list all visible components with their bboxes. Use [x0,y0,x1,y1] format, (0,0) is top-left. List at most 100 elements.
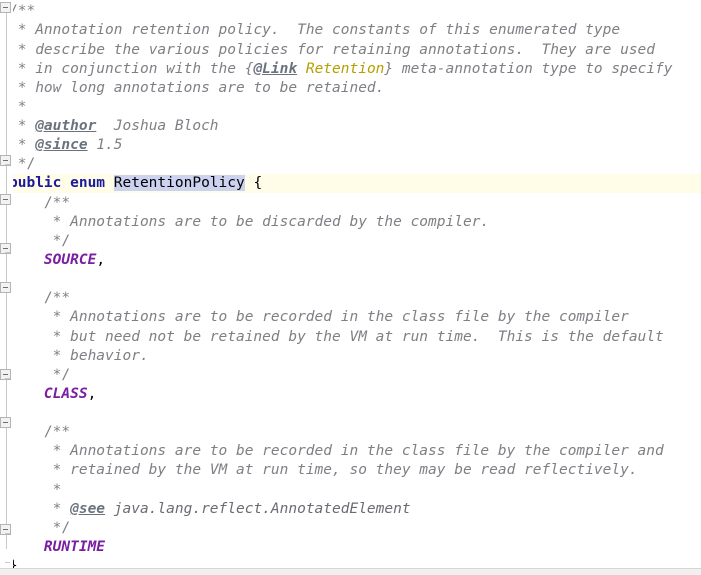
code-token: Retention [305,61,385,77]
code-token: * [9,462,71,478]
code-line[interactable]: * describe the various policies for reta… [0,41,701,60]
code-line[interactable]: * @since 1.5 [0,136,701,155]
code-token: SOURCE [9,252,97,268]
code-token: * [9,214,71,230]
code-line-content: * how long annotations are to be retaine… [0,79,385,98]
fold-connector-line [6,293,7,369]
code-line-content: * Annotation retention policy. The const… [0,21,620,40]
code-line[interactable]: */ [0,519,701,538]
code-token: Annotation retention policy. The constan… [35,22,621,38]
fold-toggle-class-member[interactable] [0,282,11,293]
code-token: public enum [9,175,114,191]
code-line[interactable]: CLASS, [0,385,701,404]
code-line[interactable]: */ [0,155,701,174]
code-line[interactable]: * @see java.lang.reflect.AnnotatedElemen… [0,500,701,519]
code-line-content: * Annotations are to be recorded in the … [0,308,629,327]
code-line-content: * retained by the VM at run time, so the… [0,461,638,480]
code-line-content: * behavior. [0,347,149,366]
code-token: java.lang.reflect.AnnotatedElement [113,501,411,517]
code-token: { [244,175,263,191]
fold-toggle-class-javadoc[interactable] [0,2,11,13]
code-folding-gutter[interactable] [0,0,13,568]
code-line[interactable]: * but need not be retained by the VM at … [0,328,701,347]
code-line[interactable]: /** [0,194,701,213]
editor-bottom-strip [0,568,701,575]
code-line-content: SOURCE, [0,251,105,270]
code-line[interactable]: public enum RetentionPolicy { [0,174,701,194]
code-token: /** [9,290,71,306]
code-token: CLASS [9,386,88,402]
code-line[interactable]: * behavior. [0,347,701,366]
code-token: * [9,501,71,517]
fold-end-cap [5,533,10,534]
code-line[interactable]: * Annotations are to be discarded by the… [0,213,701,232]
code-line-content: CLASS, [0,385,96,404]
code-line-content: * in conjunction with the {@Link Retenti… [0,60,673,79]
fold-end-cap [5,378,10,379]
code-line[interactable]: * Annotations are to be recorded in the … [0,308,701,327]
code-text-area[interactable]: /** * Annotation retention policy. The c… [0,0,701,574]
code-token: , [96,252,106,268]
code-line[interactable]: */ [0,232,701,251]
code-line[interactable]: SOURCE, [0,251,701,270]
code-line[interactable] [0,270,701,289]
fold-toggle-source-javadoc[interactable] [0,194,11,205]
code-token: /** [9,424,71,440]
code-token: */ [9,233,71,249]
code-line[interactable]: /** [0,423,701,442]
code-token: */ [9,367,71,383]
fold-end-cap [5,562,10,563]
code-line-content: RUNTIME [0,538,105,557]
code-line[interactable] [0,404,701,423]
code-line[interactable]: * [0,98,701,117]
code-line[interactable]: * @author Joshua Bloch [0,117,701,136]
code-line-content: * @author Joshua Bloch [0,117,219,136]
code-token: RUNTIME [9,539,106,555]
code-line[interactable]: * Annotation retention policy. The const… [0,21,701,40]
code-token: retained by the VM at run time, so they … [70,462,638,478]
code-line[interactable]: */ [0,366,701,385]
code-token: * [9,309,71,325]
fold-connector-line [6,535,7,549]
code-token: Annotations are to be recorded in the cl… [70,443,664,459]
code-line-content: * describe the various policies for reta… [0,41,655,60]
code-token: how long annotations are to be retained. [35,80,385,96]
code-editor[interactable]: /** * Annotation retention policy. The c… [0,0,701,575]
code-line[interactable]: * how long annotations are to be retaine… [0,79,701,98]
code-line[interactable]: * [0,481,701,500]
code-token: @since [35,137,88,153]
fold-connector-line [6,254,7,282]
code-line-content: * but need not be retained by the VM at … [0,328,664,347]
code-line[interactable]: * Annotations are to be recorded in the … [0,442,701,461]
code-token: RetentionPolicy [113,175,245,191]
fold-connector-line [6,428,7,524]
code-token: * [9,348,71,364]
code-line-content: * Annotations are to be discarded by the… [0,213,490,232]
code-token: , [87,386,97,402]
code-line[interactable]: * in conjunction with the {@Link Retenti… [0,60,701,79]
code-token: @Link [253,61,298,77]
code-token: but need not be retained by the VM at ru… [70,329,664,345]
code-token: * [9,443,71,459]
fold-connector-line [6,166,7,194]
code-token: 1.5 [87,137,123,153]
code-token: Joshua Bloch [96,118,219,134]
code-line-content: * @since 1.5 [0,136,123,155]
fold-connector-line [6,205,7,243]
code-token: /** [9,195,71,211]
code-token: behavior. [70,348,149,364]
code-token: in conjunction with the { [35,61,254,77]
fold-connector-line [6,13,7,155]
code-token: } meta-annotation type to specify [384,61,673,77]
code-line-content: public enum RetentionPolicy { [0,174,262,193]
code-token: @author [35,118,97,134]
fold-end-cap [5,164,10,165]
fold-end-cap [5,252,10,253]
code-line[interactable]: RUNTIME [0,538,701,557]
code-line[interactable]: * retained by the VM at run time, so the… [0,461,701,480]
code-line[interactable]: /** [0,289,701,308]
code-line[interactable]: /** [0,2,701,21]
fold-toggle-runtime-javadoc[interactable] [0,417,11,428]
